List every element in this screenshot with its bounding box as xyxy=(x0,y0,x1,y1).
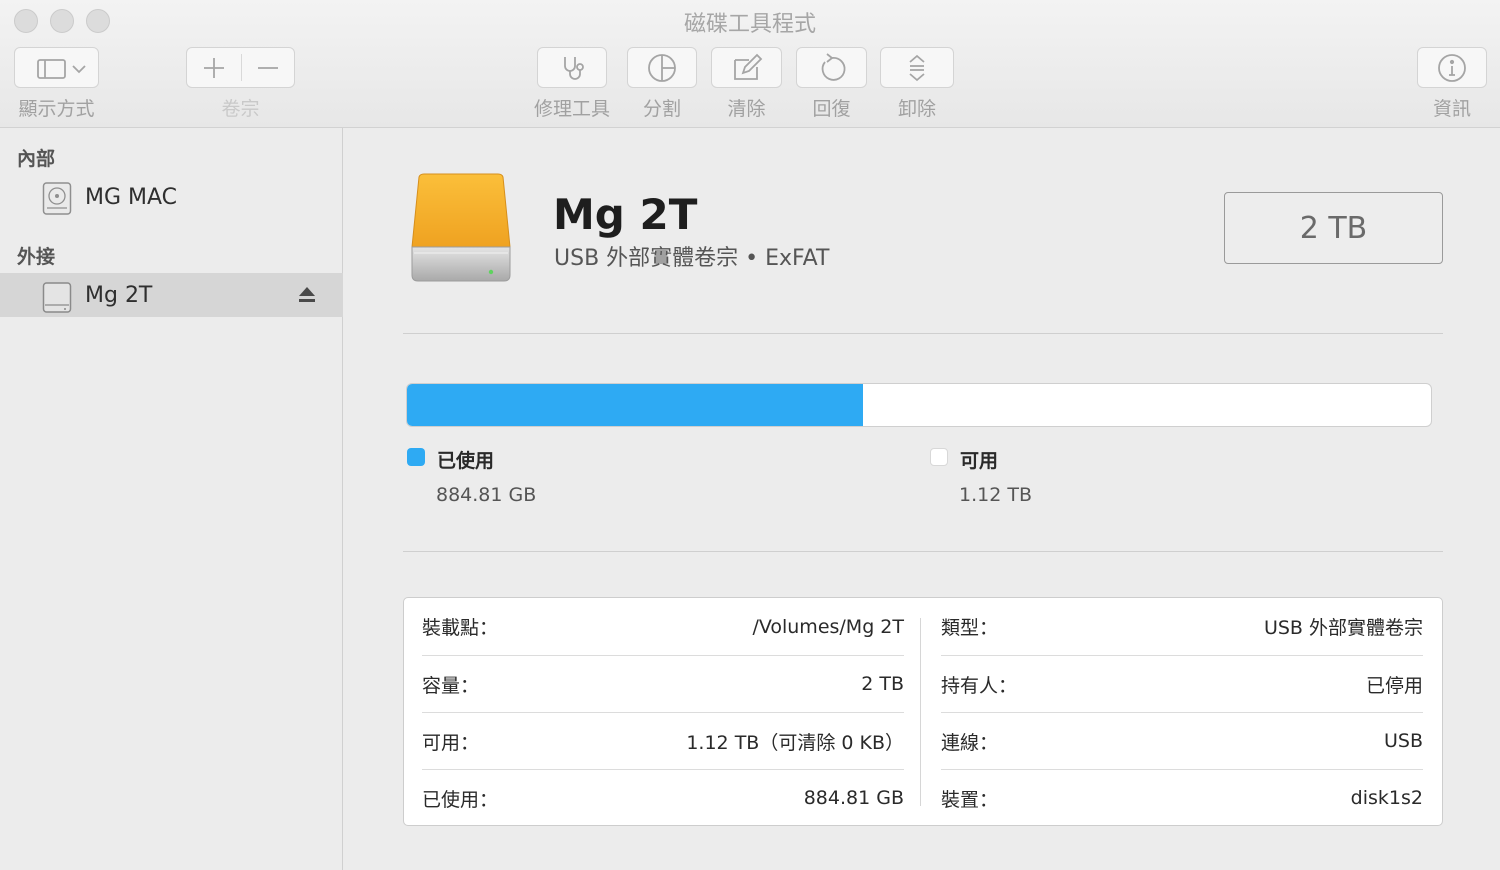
info-row-type: 類型： USB 外部實體卷宗 xyxy=(941,598,1423,655)
column-divider xyxy=(920,618,921,806)
used-legend-label: 已使用 xyxy=(437,450,495,472)
info-table: 裝載點： /Volumes/Mg 2T 容量： 2 TB 可用： 1.12 TB… xyxy=(403,597,1443,826)
info-row-mount-point: 裝載點： /Volumes/Mg 2T xyxy=(422,598,904,655)
erase-label: 清除 xyxy=(727,98,766,120)
volume-label: 卷宗 xyxy=(221,98,260,120)
info-row-owners: 持有人： 已停用 xyxy=(941,655,1423,712)
info-value: disk1s2 xyxy=(1350,787,1423,809)
info-value: /Volumes/Mg 2T xyxy=(752,615,904,638)
unmount-icon xyxy=(909,54,925,81)
add-volume-icon[interactable] xyxy=(204,58,224,78)
info-key: 已使用： xyxy=(422,788,499,811)
toolbar: 磁碟工具程式 顯示方式 卷宗 修理工具 分割 清除 回復 卸除 資訊 xyxy=(0,0,1500,128)
restore-label: 回復 xyxy=(812,98,851,120)
sidebar-section-internal: 內部 xyxy=(17,148,56,170)
sidebar-item-mg-2t[interactable]: Mg 2T xyxy=(0,273,343,317)
external-drive-icon xyxy=(411,173,511,282)
eject-icon[interactable] xyxy=(298,286,316,303)
view-label: 顯示方式 xyxy=(18,98,95,120)
used-color-swatch xyxy=(407,448,425,466)
info-column-right: 類型： USB 外部實體卷宗 持有人： 已停用 連線： USB 裝置： disk… xyxy=(941,598,1423,826)
chevron-down-icon xyxy=(71,64,86,73)
free-color-swatch xyxy=(930,448,948,466)
sidebar-item-mg-mac[interactable]: MG MAC xyxy=(0,175,343,219)
stethoscope-icon xyxy=(564,56,584,80)
first-aid-button[interactable] xyxy=(537,47,607,88)
info-key: 容量： xyxy=(422,674,480,697)
view-button[interactable] xyxy=(14,47,99,88)
volume-subtitle: USB 外部實體卷宗 • ExFAT xyxy=(554,246,830,271)
sidebar-item-label: MG MAC xyxy=(85,184,178,210)
info-row-device: 裝置： disk1s2 xyxy=(941,769,1423,826)
volume-name: Mg 2T xyxy=(553,190,698,239)
usage-bar-used xyxy=(407,384,863,426)
info-value: 2 TB xyxy=(861,673,904,695)
sidebar-section-external: 外接 xyxy=(17,246,56,268)
partition-label: 分割 xyxy=(642,98,681,120)
info-key: 持有人： xyxy=(941,674,1018,697)
info-key: 可用： xyxy=(422,731,480,754)
info-row-available: 可用： 1.12 TB（可清除 0 KB） xyxy=(422,712,904,769)
info-value: 已停用 xyxy=(1365,674,1423,697)
external-disk-icon xyxy=(42,282,72,313)
info-key: 裝載點： xyxy=(422,617,499,639)
usage-bar xyxy=(406,383,1432,427)
info-column-left: 裝載點： /Volumes/Mg 2T 容量： 2 TB 可用： 1.12 TB… xyxy=(422,598,904,826)
unmount-label: 卸除 xyxy=(897,98,936,120)
restore-button[interactable] xyxy=(796,47,867,88)
sidebar-toggle-icon xyxy=(36,58,86,79)
info-value: USB xyxy=(1383,730,1423,752)
divider xyxy=(403,333,1443,334)
used-legend-value: 884.81 GB xyxy=(436,484,537,506)
sidebar-item-label: Mg 2T xyxy=(85,282,153,308)
info-key: 類型： xyxy=(941,617,999,639)
info-row-used: 已使用： 884.81 GB xyxy=(422,769,904,826)
info-row-connection: 連線： USB xyxy=(941,712,1423,769)
free-legend-value: 1.12 TB xyxy=(959,484,1032,506)
divider xyxy=(403,551,1443,552)
erase-button[interactable] xyxy=(711,47,782,88)
info-icon xyxy=(1438,53,1466,82)
info-button[interactable] xyxy=(1417,47,1487,88)
restore-arrow-icon xyxy=(821,52,845,81)
capacity-badge: 2 TB xyxy=(1224,192,1443,264)
sidebar: 內部 MG MAC 外接 Mg 2T xyxy=(0,128,343,870)
first-aid-label: 修理工具 xyxy=(533,98,610,120)
internal-disk-icon xyxy=(42,182,72,215)
window-title: 磁碟工具程式 xyxy=(683,12,816,37)
info-key: 連線： xyxy=(941,731,999,754)
info-row-capacity: 容量： 2 TB xyxy=(422,655,904,712)
pie-chart-icon xyxy=(648,53,676,82)
free-legend-label: 可用 xyxy=(960,450,999,472)
erase-pencil-icon xyxy=(733,53,762,80)
info-key: 裝置： xyxy=(941,788,999,811)
info-value: USB 外部實體卷宗 xyxy=(1263,617,1423,639)
info-label: 資訊 xyxy=(1432,98,1471,120)
partition-button[interactable] xyxy=(627,47,697,88)
main-content: Mg 2T USB 外部實體卷宗 • ExFAT 2 TB 已使用 884.81… xyxy=(344,128,1500,870)
info-value: 1.12 TB（可清除 0 KB） xyxy=(686,731,904,754)
info-value: 884.81 GB xyxy=(803,787,904,809)
volume-segmented-control xyxy=(186,47,295,88)
unmount-button[interactable] xyxy=(880,47,954,88)
